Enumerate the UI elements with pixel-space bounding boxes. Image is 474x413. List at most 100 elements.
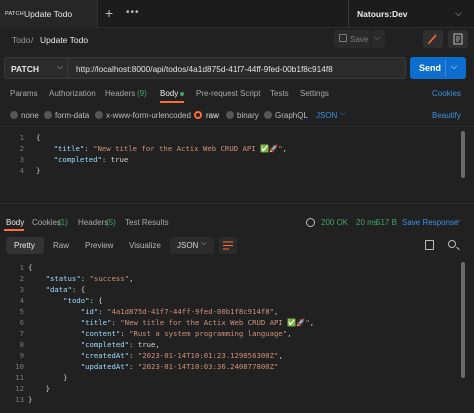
headers-count-badge: (9) [137, 89, 147, 98]
tab-method-label: PATCH [5, 11, 24, 17]
pencil-icon [427, 34, 437, 45]
chevron-down-icon[interactable]: ⌵ [451, 62, 457, 72]
chevron-down-icon: ⌵ [456, 217, 462, 224]
wrap-lines-button[interactable] [219, 237, 237, 254]
line-number: 9 [19, 351, 24, 360]
line-number: 10 [15, 362, 24, 371]
radio-urlencoded-label: x-www-form-urlencoded [106, 111, 191, 120]
chevron-down-icon: ⌵ [374, 33, 381, 42]
response-tab-cookies[interactable]: Cookies [32, 218, 61, 227]
breadcrumb-request-name[interactable]: Update Todo [40, 35, 88, 45]
method-label: PATCH [11, 64, 40, 74]
tab-settings[interactable]: Settings [300, 89, 329, 98]
code-line: } [36, 166, 41, 175]
url-text: http://localhost:8000/api/todos/4a1d875d… [76, 64, 333, 74]
breadcrumb-separator: / [31, 35, 34, 45]
line-number: 2 [19, 144, 24, 153]
code-line: { [28, 263, 33, 272]
active-tab-underline [4, 229, 24, 231]
view-preview-button[interactable]: Preview [85, 241, 113, 250]
view-raw-button[interactable]: Raw [53, 241, 69, 250]
line-number: 3 [19, 155, 24, 164]
line-number: 4 [19, 166, 24, 175]
edit-button[interactable] [423, 30, 443, 48]
cookies-count-badge: (1) [58, 218, 68, 227]
cookies-link[interactable]: Cookies [432, 89, 461, 98]
radio-graphql-label: GraphQL [275, 111, 308, 120]
line-number: 1 [19, 263, 24, 272]
code-line: "todo": { [63, 296, 103, 305]
chevron-down-icon[interactable]: ⌵ [455, 8, 462, 19]
breadcrumb-collection[interactable]: Todo [12, 35, 30, 45]
response-time: 20 ms [356, 218, 378, 227]
radio-none-label: none [21, 111, 39, 120]
line-number: 1 [19, 133, 24, 142]
wrap-icon [223, 241, 233, 250]
response-scrollbar[interactable] [461, 262, 465, 378]
response-tab-headers[interactable]: Headers [78, 218, 108, 227]
request-editor-scrollbar[interactable] [461, 131, 465, 178]
tab-authorization[interactable]: Authorization [49, 89, 96, 98]
line-number: 12 [15, 384, 24, 393]
code-line: "updatedAt": "2023-01-14T10:03:36.240877… [80, 362, 279, 371]
chevron-down-icon: ⌵ [201, 240, 207, 247]
line-number: 6 [19, 318, 24, 327]
tab-tests[interactable]: Tests [270, 89, 289, 98]
documentation-button[interactable] [448, 30, 468, 48]
code-line: "data": { [45, 285, 86, 294]
chevron-down-icon: ⌵ [57, 62, 64, 71]
code-line: { [36, 133, 41, 142]
document-icon [453, 33, 463, 45]
line-number: 5 [19, 307, 24, 316]
tab-body[interactable]: Body [160, 89, 178, 98]
code-line: "title": "New title for the Actix Web CR… [80, 318, 315, 327]
line-number: 3 [19, 285, 24, 294]
active-tab-underline [160, 101, 184, 103]
search-icon[interactable] [448, 240, 456, 248]
code-line: "title": "New title for the Actix Web CR… [53, 144, 288, 153]
radio-raw-label: raw [206, 111, 219, 120]
line-number: 11 [15, 373, 24, 382]
more-tabs-icon[interactable]: ••• [126, 7, 140, 18]
radio-urlencoded[interactable] [95, 111, 103, 119]
code-line: "completed": true, [80, 340, 160, 349]
response-tab-test-results[interactable]: Test Results [125, 218, 169, 227]
radio-none[interactable] [10, 111, 18, 119]
view-pretty-label: Pretty [14, 241, 35, 250]
radio-binary[interactable] [226, 111, 234, 119]
save-button-label: Save [350, 35, 369, 44]
line-number: 2 [19, 274, 24, 283]
headers-count-badge: (5) [106, 218, 116, 227]
response-size: 517 B [376, 218, 397, 227]
view-visualize-button[interactable]: Visualize [129, 241, 161, 250]
save-response-button[interactable]: Save Response [402, 218, 458, 227]
body-format-selector[interactable]: JSON [316, 111, 337, 120]
copy-icon[interactable] [425, 240, 434, 250]
request-body-editor[interactable] [0, 126, 474, 204]
tab-pre-request-script[interactable]: Pre-request Script [196, 89, 260, 98]
tab-params[interactable]: Params [10, 89, 38, 98]
tab-title-label: Update Todo [24, 9, 73, 19]
radio-form-data[interactable] [44, 111, 52, 119]
line-number: 13 [15, 395, 24, 404]
radio-binary-label: binary [237, 111, 259, 120]
globe-icon[interactable] [306, 218, 315, 227]
environment-divider [348, 0, 349, 28]
line-number: 4 [19, 296, 24, 305]
line-number: 7 [19, 329, 24, 338]
response-format-label: JSON [177, 241, 199, 250]
code-line: "status": "success", [45, 274, 134, 283]
line-number: 8 [19, 340, 24, 349]
radio-form-data-label: form-data [55, 111, 90, 120]
code-line: "content": "Rust a system programming la… [80, 329, 292, 338]
beautify-link[interactable]: Beautify [432, 111, 461, 120]
tab-headers[interactable]: Headers [105, 89, 135, 98]
environment-selector[interactable]: Natours:Dev [357, 9, 408, 19]
add-tab-icon[interactable]: + [105, 5, 113, 21]
radio-raw[interactable] [194, 111, 202, 119]
code-line: } [28, 395, 33, 404]
code-line: "createdAt": "2023-01-14T10:01:23.129056… [80, 351, 283, 360]
radio-graphql[interactable] [264, 111, 272, 119]
search-icon-handle [456, 246, 460, 251]
response-tab-body[interactable]: Body [6, 218, 24, 227]
